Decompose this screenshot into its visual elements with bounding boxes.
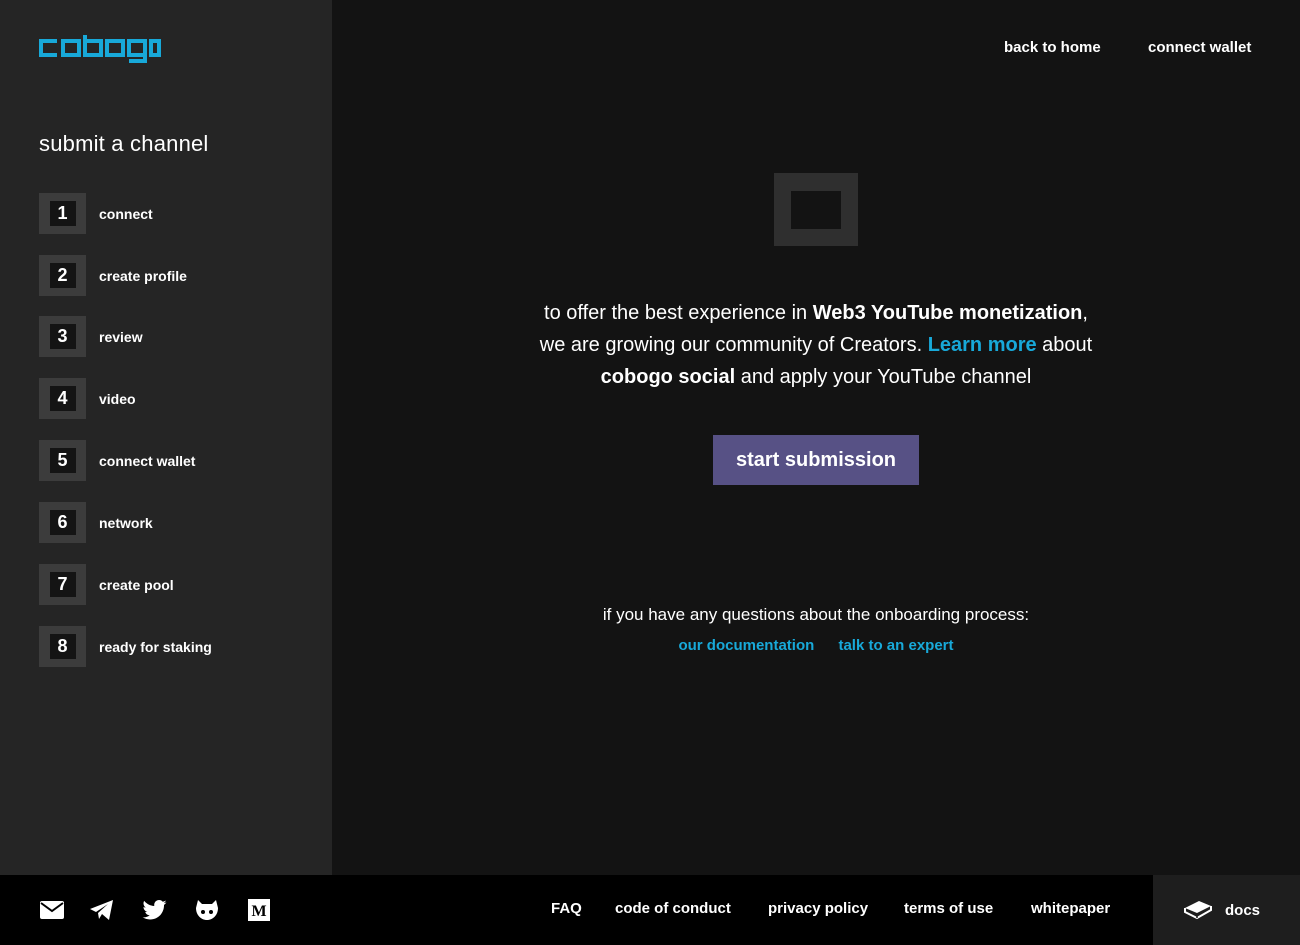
start-submission-button[interactable]: start submission xyxy=(713,435,919,485)
talk-to-expert-link[interactable]: talk to an expert xyxy=(838,637,953,654)
learn-more-link[interactable]: Learn more xyxy=(928,334,1037,356)
svg-text:M: M xyxy=(251,903,266,920)
step-label: create pool xyxy=(99,576,174,593)
back-to-home-link[interactable]: back to home xyxy=(1004,39,1101,56)
step-number-badge: 5 xyxy=(39,440,86,481)
step-number-badge: 2 xyxy=(39,255,86,296)
questions-text: if you have any questions about the onbo… xyxy=(602,605,1030,624)
step-number-badge: 8 xyxy=(39,626,86,667)
github-icon[interactable] xyxy=(187,875,227,945)
step-number: 2 xyxy=(49,263,76,288)
step-number: 4 xyxy=(49,386,76,411)
sidebar: submit a channel 1 connect 2 create prof… xyxy=(0,0,332,875)
step-label: video xyxy=(99,390,136,407)
whitepaper-link[interactable]: whitepaper xyxy=(1031,900,1110,917)
twitter-icon[interactable] xyxy=(134,875,174,945)
step-create-pool[interactable]: 7 create pool xyxy=(39,564,319,605)
screen-placeholder-inner xyxy=(791,191,841,229)
step-number-badge: 7 xyxy=(39,564,86,605)
step-connect-wallet[interactable]: 5 connect wallet xyxy=(39,440,319,481)
code-of-conduct-link[interactable]: code of conduct xyxy=(615,900,731,917)
intro-text-bold: cobogo social xyxy=(600,366,736,388)
step-number: 8 xyxy=(49,634,76,659)
step-create-profile[interactable]: 2 create profile xyxy=(39,255,319,296)
step-connect[interactable]: 1 connect xyxy=(39,193,319,234)
step-number: 7 xyxy=(49,572,76,597)
our-documentation-link[interactable]: our documentation xyxy=(678,637,814,654)
step-label: connect xyxy=(99,205,153,222)
step-network[interactable]: 6 network xyxy=(39,502,319,543)
step-number: 6 xyxy=(49,510,76,535)
step-number-badge: 3 xyxy=(39,316,86,357)
docs-button[interactable]: docs xyxy=(1153,875,1300,945)
step-label: connect wallet xyxy=(99,452,196,469)
cobogo-logo[interactable] xyxy=(39,33,161,63)
intro-text: to offer the best experience in Web3 You… xyxy=(466,297,1166,393)
intro-text-part: we are growing our community of Creators… xyxy=(539,334,928,356)
docs-label: docs xyxy=(1225,901,1261,919)
intro-text-part: about xyxy=(1036,334,1093,356)
terms-of-use-link[interactable]: terms of use xyxy=(904,900,993,917)
help-links: our documentation talk to an expert xyxy=(466,637,1166,654)
screen-placeholder-icon xyxy=(774,173,858,246)
step-number: 1 xyxy=(49,201,76,226)
step-number: 5 xyxy=(49,448,76,473)
intro-text-part: and apply your YouTube channel xyxy=(735,366,1032,388)
privacy-policy-link[interactable]: privacy policy xyxy=(768,900,868,917)
step-number-badge: 1 xyxy=(39,193,86,234)
step-review[interactable]: 3 review xyxy=(39,316,319,357)
step-number-badge: 4 xyxy=(39,378,86,419)
telegram-icon[interactable] xyxy=(82,875,122,945)
step-label: network xyxy=(99,514,153,531)
intro-text-bold: Web3 YouTube monetization xyxy=(812,302,1083,324)
sidebar-title: submit a channel xyxy=(39,131,209,156)
step-label: create profile xyxy=(99,267,187,284)
intro-text-part: to offer the best experience in xyxy=(544,302,813,324)
connect-wallet-link[interactable]: connect wallet xyxy=(1148,39,1251,56)
step-number: 3 xyxy=(49,324,76,349)
step-video[interactable]: 4 video xyxy=(39,378,319,419)
step-ready-for-staking[interactable]: 8 ready for staking xyxy=(39,626,319,667)
step-number-badge: 6 xyxy=(39,502,86,543)
step-label: review xyxy=(99,328,143,345)
book-icon xyxy=(1184,901,1212,920)
step-label: ready for staking xyxy=(99,638,212,655)
email-icon[interactable] xyxy=(32,875,72,945)
medium-icon[interactable]: M xyxy=(239,875,279,945)
faq-link[interactable]: FAQ xyxy=(551,900,582,917)
intro-text-part: , xyxy=(1082,302,1088,324)
